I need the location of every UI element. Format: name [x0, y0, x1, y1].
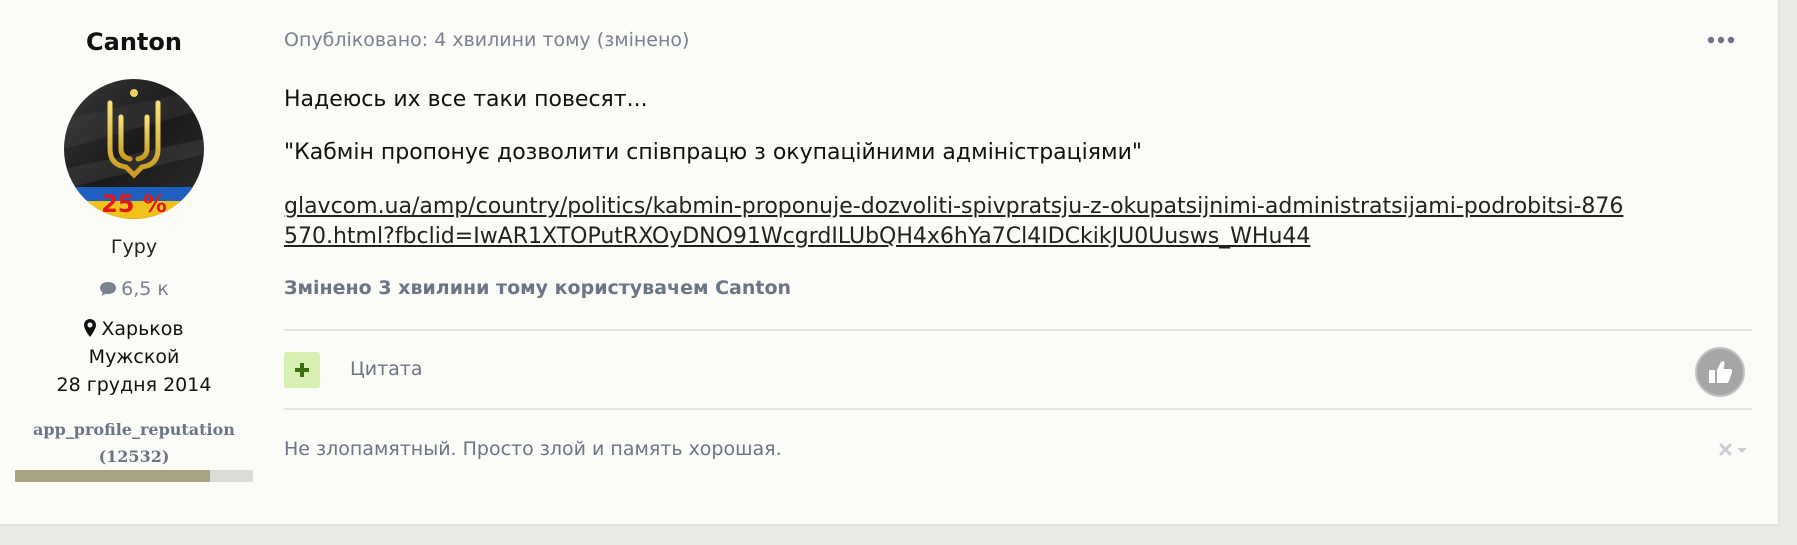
author-panel: Canton 25 % Гуру 6,5 к Харьков Мужской 2… [0, 0, 268, 524]
author-location: Харьков [0, 318, 268, 342]
thumbs-up-icon [1709, 361, 1733, 383]
post-text-line: Надеюсь их все таки повесят... [284, 87, 648, 112]
author-joined-date: 28 грудня 2014 [56, 374, 212, 396]
avatar-badge: 25 % [101, 190, 167, 218]
author-post-count: 6,5 к [0, 278, 268, 302]
ellipsis-icon [1707, 36, 1735, 44]
author-post-count-value: 6,5 к [121, 278, 169, 300]
post-options-button[interactable] [1704, 30, 1738, 50]
divider [284, 408, 1752, 410]
edited-note: Змінено 3 хвилини тому користувачем Cant… [284, 277, 792, 299]
avatar[interactable]: 25 % [64, 79, 204, 219]
divider [284, 329, 1752, 331]
post-card: Canton 25 % Гуру 6,5 к Харьков Мужской 2… [0, 0, 1779, 525]
signature-options[interactable] [1718, 440, 1752, 460]
caret-down-icon [1737, 448, 1747, 453]
post-quote-title: "Кабмін пропонує дозволити співпрацю з о… [284, 140, 1142, 165]
author-location-value: Харьков [101, 318, 184, 340]
like-button[interactable] [1695, 347, 1745, 397]
multiquote-add-button[interactable] [284, 352, 320, 388]
close-icon [1719, 443, 1732, 456]
author-name[interactable]: Canton [0, 28, 268, 56]
author-gender: Мужской [88, 346, 180, 368]
plus-icon [295, 363, 309, 377]
map-marker-icon [84, 319, 97, 342]
author-title: Гуру [110, 236, 158, 258]
comment-icon [99, 280, 117, 302]
reputation-count: (12532) [98, 447, 170, 466]
post-link[interactable]: glavcom.ua/amp/country/politics/kabmin-p… [284, 192, 1624, 252]
quote-button[interactable]: Цитата [350, 358, 423, 380]
reputation-label: app_profile_reputation [33, 420, 235, 439]
post-meta: Опубліковано: 4 хвилини тому (змінено) [284, 29, 690, 51]
user-signature: Не злопамятный. Просто злой и память хор… [284, 438, 782, 460]
reputation-bar-fill [15, 470, 211, 482]
reputation-bar [15, 470, 253, 482]
